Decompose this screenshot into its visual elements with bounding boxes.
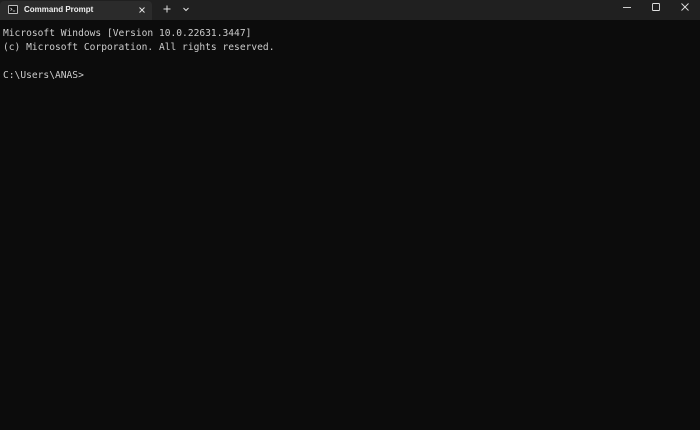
command-prompt-window: Command Prompt Microsoft Windows [Versio… — [0, 0, 700, 430]
title-bar[interactable]: Command Prompt — [0, 0, 700, 20]
new-tab-button[interactable] — [161, 3, 173, 15]
maximize-icon — [642, 0, 670, 14]
tab-title: Command Prompt — [24, 5, 94, 14]
terminal-line-version: Microsoft Windows [Version 10.0.22631.34… — [3, 28, 252, 39]
terminal-prompt[interactable]: C:\Users\ANAS> — [3, 69, 700, 83]
tab-close-button[interactable] — [136, 4, 148, 16]
chevron-down-icon — [180, 3, 192, 15]
close-window-button[interactable] — [671, 0, 699, 14]
minimize-button[interactable] — [613, 0, 641, 14]
terminal-icon — [8, 5, 18, 14]
maximize-button[interactable] — [642, 0, 670, 14]
close-icon — [671, 0, 699, 14]
plus-icon — [161, 3, 173, 15]
terminal-output[interactable]: Microsoft Windows [Version 10.0.22631.34… — [0, 20, 700, 430]
tab-command-prompt[interactable]: Command Prompt — [0, 1, 152, 20]
terminal-line-copyright: (c) Microsoft Corporation. All rights re… — [3, 42, 275, 53]
close-icon — [136, 4, 148, 16]
minimize-icon — [613, 0, 641, 14]
tab-dropdown-button[interactable] — [180, 3, 192, 15]
